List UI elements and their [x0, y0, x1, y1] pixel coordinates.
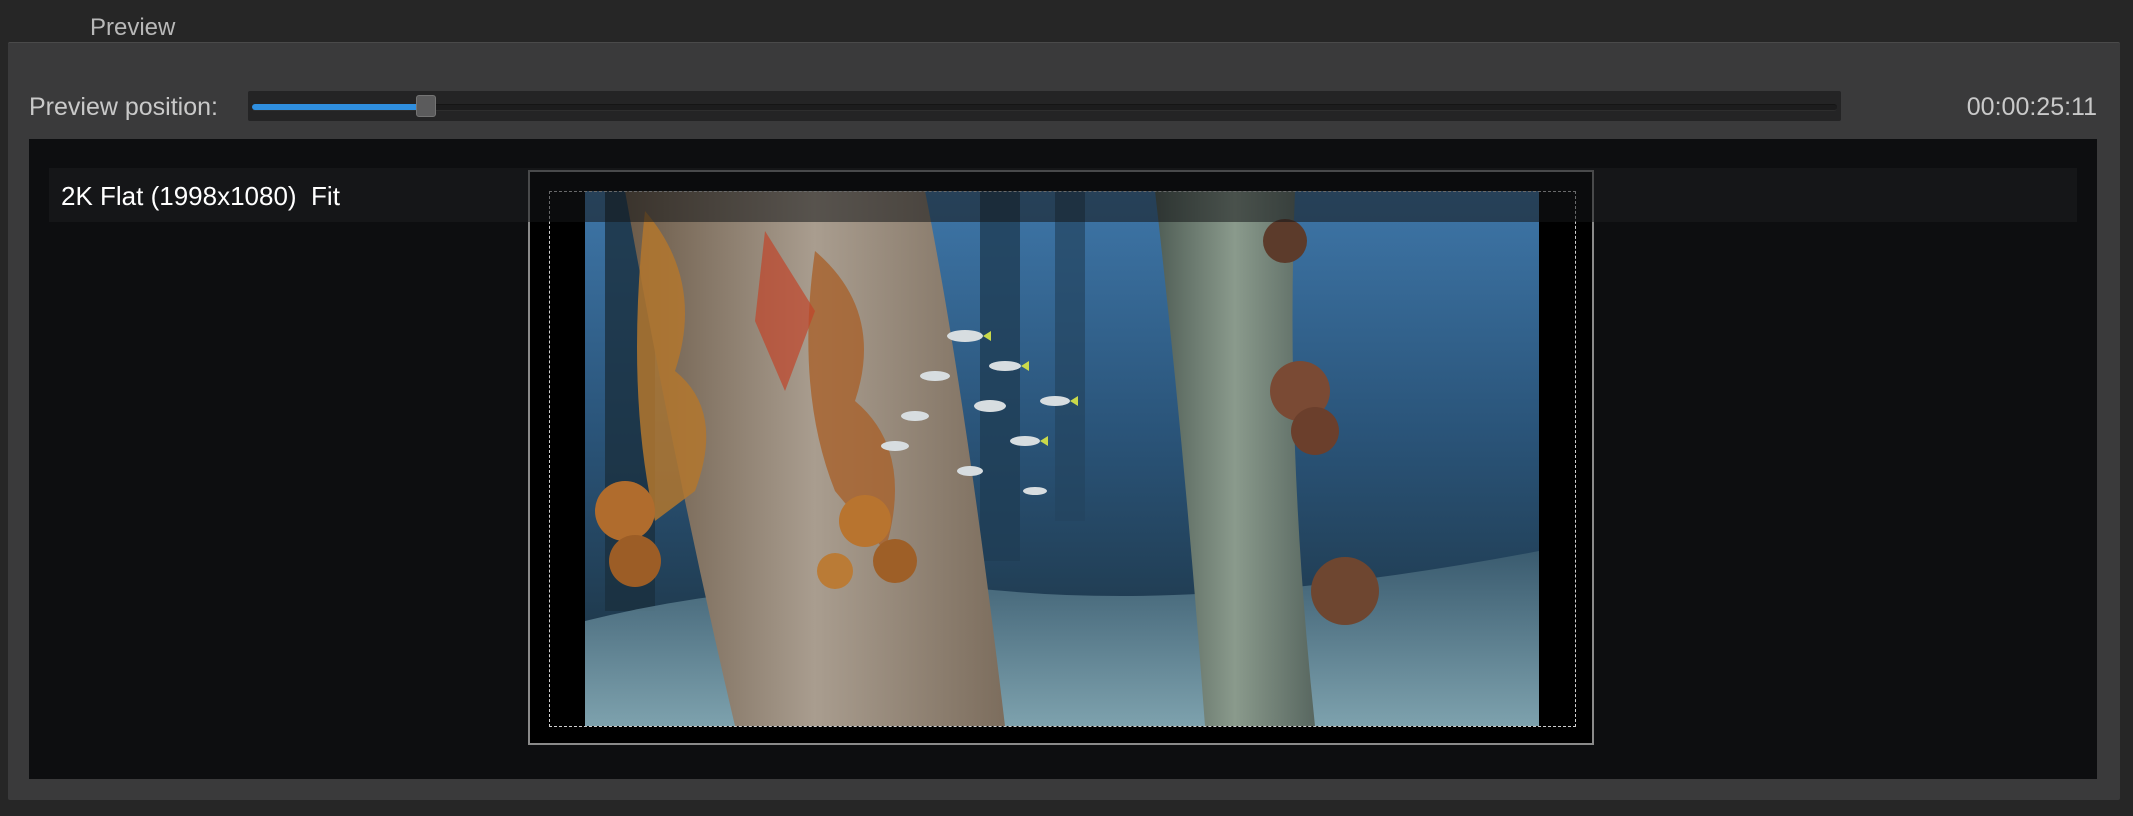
timecode-display: 00:00:25:11 [1966, 93, 2097, 121]
preview-position-label: Preview position: [29, 93, 218, 121]
preview-viewer[interactable]: 2K Flat (1998x1080) Fit [29, 139, 2097, 779]
slider-fill [252, 104, 427, 110]
panel-title: Preview [90, 14, 176, 41]
slider-knob[interactable] [416, 95, 437, 117]
preview-position-slider[interactable] [248, 91, 1841, 121]
frame-outline [528, 170, 1594, 745]
safe-area-guide [549, 191, 1576, 727]
format-label[interactable]: 2K Flat (1998x1080) Fit [61, 181, 340, 212]
slider-groove [252, 104, 1837, 111]
format-bar-text-layer: 2K Flat (1998x1080) Fit [49, 168, 2077, 222]
